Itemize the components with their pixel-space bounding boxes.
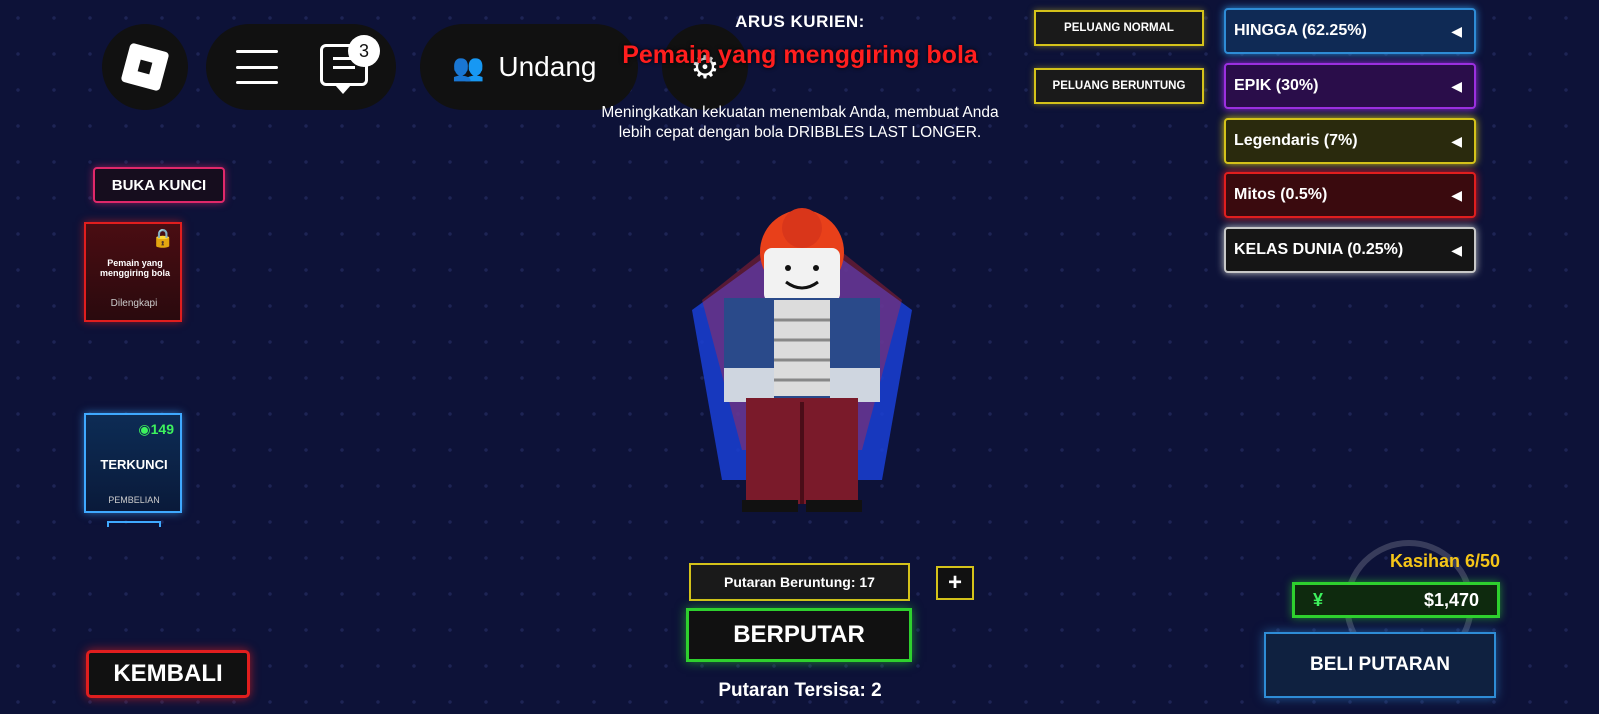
card-locked-label: TERKUNCI (100, 457, 168, 472)
expand-arrow-icon[interactable]: ◀ (1451, 133, 1462, 150)
chat-notification-badge: 3 (348, 35, 380, 67)
equipped-flow-card[interactable]: 🔒 Pemain yang menggiring bola Dilengkapi (84, 222, 182, 322)
rarity-row[interactable]: Legendaris (7%) ◀ (1224, 118, 1476, 164)
lucky-spins-counter: Putaran Beruntung: 17 (689, 563, 910, 601)
locked-flow-card[interactable]: ◉149 TERKUNCI PEMBELIAN (84, 413, 182, 513)
rarity-row[interactable]: KELAS DUNIA (0.25%) ◀ (1224, 227, 1476, 273)
current-flow-name: Pemain yang menggiring bola (622, 41, 978, 69)
friends-icon: 👥 (452, 51, 485, 82)
next-card-partial[interactable] (107, 521, 161, 527)
roblox-menu-button[interactable] (102, 24, 188, 110)
current-flow-description: Meningkatkan kekuatan menembak Anda, mem… (601, 104, 999, 141)
coin-icon: ◉ (138, 421, 151, 437)
invite-label: Undang (498, 51, 597, 82)
rarity-label: KELAS DUNIA (0.25%) (1234, 241, 1404, 258)
buy-spins-button[interactable]: BELI PUTARAN (1264, 632, 1496, 698)
rarity-row[interactable]: HINGGA (62.25%) ◀ (1224, 8, 1476, 54)
hamburger-menu-icon[interactable] (236, 50, 278, 84)
current-flow-label: ARUS KURIEN: (735, 12, 865, 31)
player-avatar (692, 208, 912, 512)
invite-button[interactable]: 👥 Undang (420, 24, 638, 110)
card-purchase-label: PEMBELIAN (108, 495, 160, 505)
roblox-logo-icon (120, 42, 170, 92)
unlock-button[interactable]: BUKA KUNCI (93, 167, 225, 203)
back-button[interactable]: KEMBALI (86, 650, 250, 698)
rarity-label: EPIK (30%) (1234, 77, 1319, 94)
spin-button[interactable]: BERPUTAR (686, 608, 912, 662)
pity-counter: Kasihan 6/50 (1389, 551, 1500, 571)
lock-icon: 🔒 (151, 228, 174, 248)
card-flow-name: Pemain yang menggiring bola (99, 258, 170, 278)
add-lucky-spins-button[interactable]: + (936, 566, 974, 600)
rarity-row[interactable]: EPIK (30%) ◀ (1224, 63, 1476, 109)
currency-balance: ¥ $1,470 (1292, 582, 1500, 618)
spins-remaining: Putaran Tersisa: 2 (718, 680, 882, 701)
expand-arrow-icon[interactable]: ◀ (1451, 78, 1462, 95)
expand-arrow-icon[interactable]: ◀ (1451, 187, 1462, 204)
rarity-label: HINGGA (62.25%) (1234, 22, 1367, 39)
card-price: ◉149 (138, 421, 174, 437)
card-flow-status: Dilengkapi (110, 298, 158, 309)
rarity-row[interactable]: Mitos (0.5%) ◀ (1224, 172, 1476, 218)
rarity-label: Mitos (0.5%) (1234, 186, 1328, 203)
yen-icon: ¥ (1313, 589, 1324, 610)
balance-value: $1,470 (1423, 589, 1479, 610)
expand-arrow-icon[interactable]: ◀ (1451, 242, 1462, 259)
rarity-label: Legendaris (7%) (1234, 132, 1358, 149)
expand-arrow-icon[interactable]: ◀ (1451, 23, 1462, 40)
lucky-odds-button[interactable]: PELUANG BERUNTUNG (1034, 68, 1204, 104)
normal-odds-button[interactable]: PELUANG NORMAL (1034, 10, 1204, 46)
